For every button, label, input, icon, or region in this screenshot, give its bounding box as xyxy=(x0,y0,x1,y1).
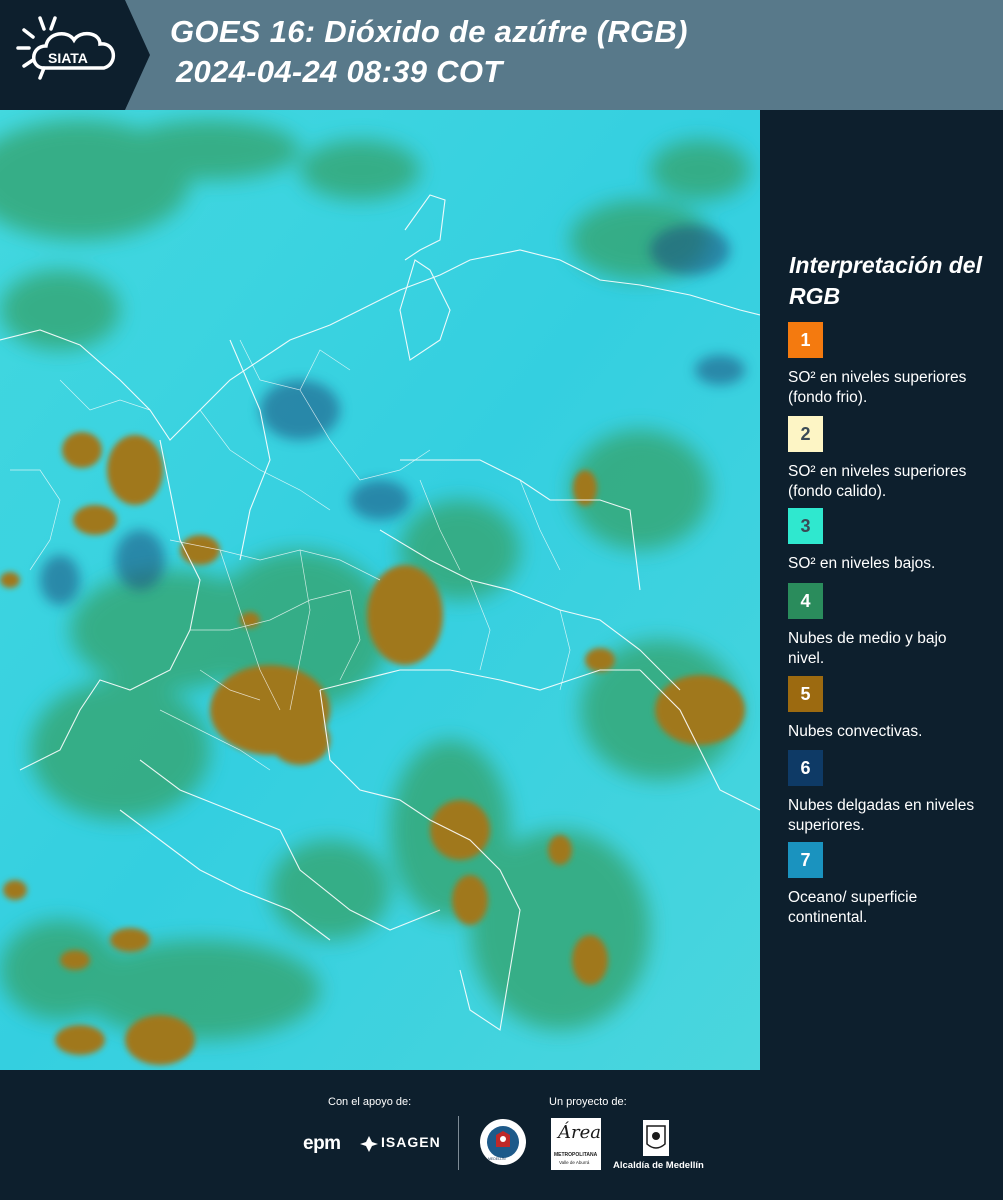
area-sub2: Valle de Aburrá xyxy=(559,1160,590,1165)
legend-panel: Interpretación del RGB 1 SO² en niveles … xyxy=(760,110,1003,1070)
legend-item-4: 4 Nubes de medio y bajo nivel. xyxy=(788,583,993,669)
legend-label-7: Oceano/ superficie continental. xyxy=(788,889,918,926)
siata-logo-graphic: SIATA xyxy=(0,0,150,110)
area-metropolitana-logo[interactable]: Área METROPOLITANA Valle de Aburrá xyxy=(551,1118,601,1170)
legend-item-6: 6 Nubes delgadas en niveles superiores. xyxy=(788,750,993,836)
legend-label-4: Nubes de medio y bajo nivel. xyxy=(788,630,947,667)
legend-item-2: 2 SO² en niveles superiores (fondo calid… xyxy=(788,416,993,502)
page-title: GOES 16: Dióxido de azúfre (RGB) xyxy=(170,14,688,49)
legend-label-5: Nubes convectivas. xyxy=(788,723,923,740)
legend-swatch-3: 3 xyxy=(788,508,823,544)
legend-item-5: 5 Nubes convectivas. xyxy=(788,676,993,742)
logo-text: SIATA xyxy=(48,50,88,66)
alcaldia-logo[interactable]: Alcaldía de Medellín xyxy=(613,1118,704,1173)
header-bar: SIATA GOES 16: Dióxido de azúfre (RGB) 2… xyxy=(0,0,1003,110)
legend-label-3: SO² en niveles bajos. xyxy=(788,555,936,572)
area-sub: METROPOLITANA xyxy=(554,1152,598,1158)
legend-label-6: Nubes delgadas en niveles superiores. xyxy=(788,797,975,834)
legend-swatch-2: 2 xyxy=(788,416,823,452)
legend-item-1: 1 SO² en niveles superiores (fondo frio)… xyxy=(788,322,993,408)
legend-swatch-4: 4 xyxy=(788,583,823,619)
page-timestamp: 2024-04-24 08:39 COT xyxy=(176,54,503,89)
satellite-rgb-imagery[interactable] xyxy=(0,110,760,1070)
alcaldia-shield-icon xyxy=(643,1120,669,1156)
legend-item-7: 7 Oceano/ superficie continental. xyxy=(788,842,993,928)
legend-swatch-5: 5 xyxy=(788,676,823,712)
area-name: Área xyxy=(558,1122,601,1143)
siata-logo[interactable]: SIATA xyxy=(0,0,150,110)
footer-divider xyxy=(458,1116,459,1170)
legend-title: Interpretación del RGB xyxy=(789,252,982,309)
medellin-seal-logo[interactable]: MEDELLÍN xyxy=(478,1117,528,1167)
legend-swatch-1: 1 xyxy=(788,322,823,358)
project-caption: Un proyecto de: xyxy=(549,1096,627,1108)
isagen-mark-icon xyxy=(360,1136,378,1152)
support-caption: Con el apoyo de: xyxy=(328,1096,412,1108)
legend-swatch-7: 7 xyxy=(788,842,823,878)
legend-item-3: 3 SO² en niveles bajos. xyxy=(788,508,993,574)
epm-logo[interactable]: epm xyxy=(303,1133,341,1155)
seal-text: MEDELLÍN xyxy=(488,1157,506,1161)
satellite-map[interactable] xyxy=(0,110,760,1070)
legend-swatch-6: 6 xyxy=(788,750,823,786)
isagen-text: ISAGEN xyxy=(381,1134,441,1150)
legend-label-2: SO² en niveles superiores (fondo calido)… xyxy=(788,463,967,500)
footer-bar: Con el apoyo de: Un proyecto de: epm ISA… xyxy=(0,1070,1003,1200)
alcaldia-text: Alcaldía de Medellín xyxy=(613,1160,704,1171)
legend-label-1: SO² en niveles superiores (fondo frio). xyxy=(788,369,967,406)
